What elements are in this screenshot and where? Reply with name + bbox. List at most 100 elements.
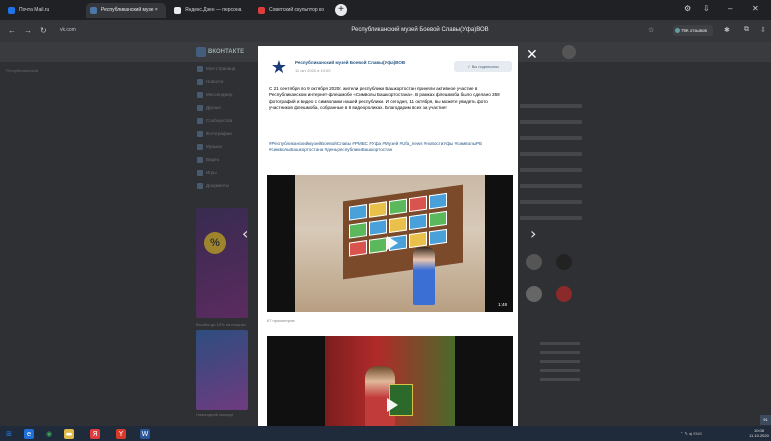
previous-post-arrow-icon[interactable]: ‹ xyxy=(242,224,248,243)
subscribed-button[interactable]: ✓ Вы подписаны xyxy=(454,61,512,72)
yandex-icon[interactable]: Я xyxy=(90,429,100,439)
painting xyxy=(409,195,427,213)
girl-figure xyxy=(413,247,435,305)
extensions-icon[interactable]: ✱ xyxy=(724,26,730,34)
sidebar-item[interactable]: Видео xyxy=(196,155,251,165)
sidebar-item[interactable]: Фотографии xyxy=(196,129,251,139)
system-tray[interactable]: ⌃ ✎ ◂) ENG xyxy=(680,431,702,436)
photo-thumb[interactable] xyxy=(556,254,572,270)
video-player[interactable]: 1:48 xyxy=(267,175,513,312)
sidebar-item[interactable]: Музыка xyxy=(196,142,251,152)
photo-thumb[interactable] xyxy=(526,286,542,302)
vk-logo-text: ВКОНТАКТЕ xyxy=(208,49,245,55)
post-modal: ★ Республиканский музей Боевой Славы(Уфа… xyxy=(258,46,518,431)
painting-board xyxy=(343,184,463,280)
painting xyxy=(349,222,367,239)
tab-zen[interactable]: Яндекс.Дзен — персона xyxy=(170,3,250,18)
painting xyxy=(429,228,447,246)
right-column-items xyxy=(540,342,580,387)
painting xyxy=(429,210,447,228)
vk-favicon-icon xyxy=(90,7,97,14)
sidebar-item[interactable]: Игры xyxy=(196,168,251,178)
vk-sidebar: Моя страница Новости Мессенджер Друзья С… xyxy=(196,64,251,194)
sidebar-item[interactable]: Новости xyxy=(196,77,251,87)
forward-icon[interactable]: → xyxy=(24,26,32,35)
video-duration: 1:48 xyxy=(498,302,507,307)
painting xyxy=(369,237,387,254)
clock-date: 11.10.2020 xyxy=(749,433,769,438)
ad-caption: Новогодний концерт xyxy=(196,412,234,417)
painting xyxy=(409,213,427,231)
right-column xyxy=(520,104,582,232)
vk-logo[interactable]: ВКОНТАКТЕ xyxy=(196,46,245,58)
video-player-2[interactable] xyxy=(267,336,513,431)
minimize-button[interactable]: – xyxy=(728,4,732,13)
play-icon[interactable] xyxy=(387,236,398,250)
video-thumbnail xyxy=(325,336,455,431)
address-bar: ← → ↻ vk.com Республиканский музей Боево… xyxy=(0,20,771,42)
sidebar-item[interactable]: Моя страница xyxy=(196,64,251,74)
file-explorer-icon[interactable]: ▬ xyxy=(64,429,74,439)
page-title: Республиканский музей Боевой Славы(Уфа)В… xyxy=(351,27,489,33)
browser-tab-bar: Почта Mail.ru Республиканский музе × Янд… xyxy=(0,0,771,20)
tab-label: Республиканский музе × xyxy=(101,7,158,13)
ad-banner[interactable]: % xyxy=(196,208,248,318)
star-logo-icon: ★ xyxy=(270,57,288,78)
painting xyxy=(369,201,387,218)
community-avatar[interactable]: ★ xyxy=(269,58,289,78)
close-modal-icon[interactable]: ✕ xyxy=(526,47,538,63)
user-avatar[interactable] xyxy=(562,45,576,59)
windows-taskbar: ⊞ e ◉ ▬ Я Y W ⌃ ✎ ◂) ENG 10:08 11.10.202… xyxy=(0,426,771,441)
start-icon[interactable]: ⊞ xyxy=(4,429,14,439)
reload-icon[interactable]: ↻ xyxy=(40,26,47,35)
photo-thumb[interactable] xyxy=(556,286,572,302)
percent-icon: % xyxy=(204,232,226,254)
photo-thumb[interactable] xyxy=(526,254,542,270)
post-author[interactable]: Республиканский музей Боевой Славы(Уфа)В… xyxy=(295,60,445,65)
ad-banner-concert[interactable] xyxy=(196,330,248,410)
tab-label: Яндекс.Дзен — персона xyxy=(185,7,242,13)
zen-favicon-icon xyxy=(174,7,181,14)
download-icon[interactable]: ⇩ xyxy=(703,4,710,13)
post-hashtags[interactable]: #РеспубликанскиймузейБоевойСлавы #РМБС #… xyxy=(269,141,509,154)
painting xyxy=(429,192,447,210)
tab-label: Советский скульптор ко xyxy=(269,7,325,13)
painting xyxy=(369,219,387,236)
video-views: 67 просмотров xyxy=(267,318,295,323)
mail-favicon-icon xyxy=(8,7,15,14)
bookmarks-panel-icon[interactable]: ⧉ xyxy=(744,26,749,34)
reviews-label: 75К отзывов xyxy=(681,28,707,33)
play-icon[interactable] xyxy=(387,398,398,412)
post-text: С 21 сентября по 9 октября 2020г. жители… xyxy=(269,86,500,111)
left-label: Республиканский xyxy=(6,68,39,73)
notification-badge[interactable]: 91 xyxy=(760,415,771,425)
reviews-badge[interactable]: 75К отзывов xyxy=(673,25,713,36)
bookmark-icon[interactable]: ☆ xyxy=(648,26,654,34)
painting xyxy=(389,198,407,215)
ad-caption: Кешбэк до 10% на покупки xyxy=(196,322,246,327)
tab-museum[interactable]: Республиканский музе × xyxy=(86,3,166,18)
close-window-button[interactable]: ✕ xyxy=(752,4,759,13)
tab-mail[interactable]: Почта Mail.ru xyxy=(4,3,82,18)
sidebar-item[interactable]: Друзья xyxy=(196,103,251,113)
edge-icon[interactable]: e xyxy=(24,429,34,439)
word-icon[interactable]: W xyxy=(140,429,150,439)
vk-logo-icon xyxy=(196,47,206,57)
download-arrow-icon[interactable]: ⇩ xyxy=(760,26,766,34)
back-icon[interactable]: ← xyxy=(8,26,16,35)
painting xyxy=(349,240,367,257)
yandex-browser-icon[interactable]: Y xyxy=(116,429,126,439)
tab-sculptor[interactable]: Советский скульптор ко xyxy=(254,3,332,18)
settings-icon[interactable]: ⚙ xyxy=(684,4,691,13)
sculptor-favicon-icon xyxy=(258,7,265,14)
chrome-icon[interactable]: ◉ xyxy=(44,429,54,439)
clock[interactable]: 10:08 11.10.2020 xyxy=(748,428,770,438)
new-tab-button[interactable]: + xyxy=(335,4,347,16)
sidebar-item[interactable]: Мессенджер xyxy=(196,90,251,100)
next-post-arrow-icon[interactable]: › xyxy=(530,224,536,243)
sidebar-item[interactable]: Документы xyxy=(196,181,251,191)
url-field[interactable]: vk.com xyxy=(60,23,270,38)
rating-icon xyxy=(675,28,680,33)
sidebar-item[interactable]: Сообщества xyxy=(196,116,251,126)
post-date[interactable]: 11 окт 2020 в 10:00 xyxy=(295,68,330,73)
